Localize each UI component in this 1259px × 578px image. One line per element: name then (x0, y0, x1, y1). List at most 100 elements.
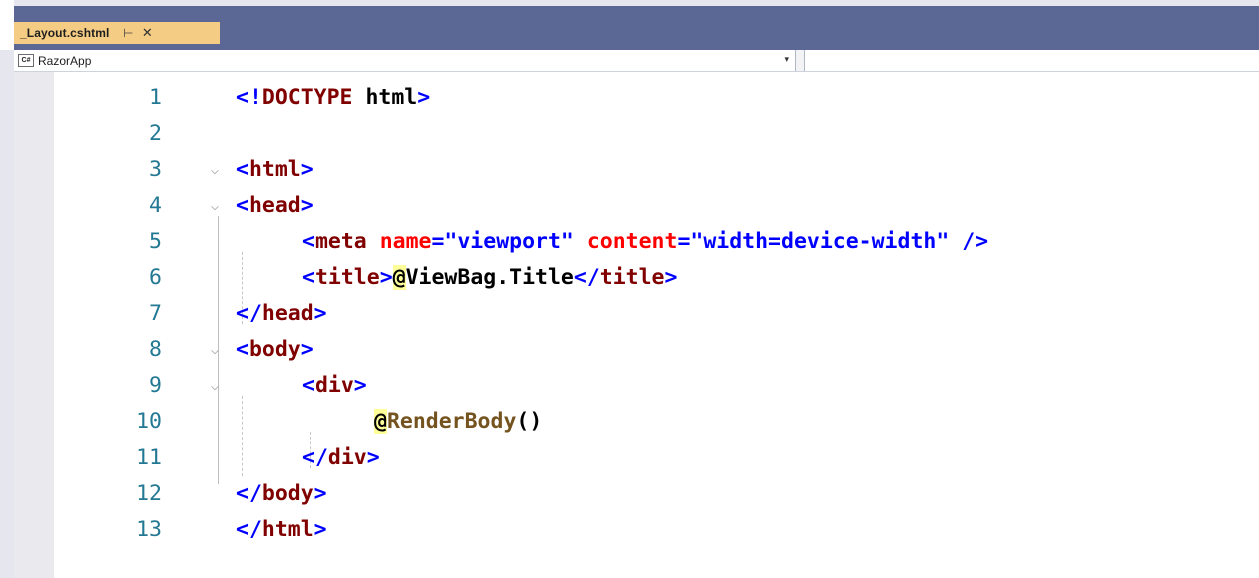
code-line: 8 ⌵ <body> (14, 332, 1259, 368)
razor-at-symbol: @ (374, 409, 387, 434)
tag-close-bracket: > (313, 481, 327, 506)
fold-chevron-icon[interactable]: ⌵ (206, 368, 224, 404)
fold-chevron-icon[interactable]: ⌵ (206, 188, 224, 224)
line-number: 11 (136, 445, 162, 470)
tag-open-bracket: < (302, 229, 315, 254)
tag-name: meta (314, 229, 367, 254)
tag-open-bracket: </ (236, 481, 262, 506)
line-number: 6 (149, 265, 162, 290)
attribute-equals: = (431, 229, 445, 254)
razor-at-symbol: @ (392, 265, 406, 290)
code-text: <meta name="viewport" content="width=dev… (302, 224, 988, 260)
tag-open-bracket: <! (236, 85, 262, 110)
tag-close-bracket: > (313, 301, 327, 326)
line-number: 4 (149, 193, 162, 218)
code-text: <body> (236, 332, 314, 368)
tag-close-bracket: > (300, 157, 314, 182)
attribute-name: name (379, 229, 432, 254)
project-dropdown[interactable]: C# RazorApp ▾ (14, 50, 796, 71)
tag-open-bracket: < (302, 373, 315, 398)
fold-chevron-icon[interactable]: ⌵ (206, 332, 224, 368)
line-number: 13 (136, 517, 162, 542)
editor-window: _Layout.cshtml ⊥ ✕ C# RazorApp ▾ 1 <!DOC… (0, 0, 1259, 578)
code-text: @RenderBody() (374, 404, 542, 440)
code-line: 10 @RenderBody() (14, 404, 1259, 440)
code-text: <!DOCTYPE html> (236, 80, 430, 116)
razor-parens: () (516, 409, 543, 434)
code-text: <title>@ViewBag.Title</title> (302, 260, 677, 296)
code-line: 5 <meta name="viewport" content="width=d… (14, 224, 1259, 260)
tag-open-bracket: < (236, 193, 249, 218)
code-line: 1 <!DOCTYPE html> (14, 80, 1259, 116)
tag-open-bracket: </ (302, 445, 328, 470)
document-tab-strip: _Layout.cshtml ⊥ ✕ (0, 0, 1259, 50)
code-text: <head> (236, 188, 314, 224)
attribute-value: "width=device-width" (690, 229, 950, 254)
tag-close-bracket: > (417, 85, 431, 110)
tag-close-bracket: > (353, 373, 367, 398)
tag-close-bracket: > (664, 265, 678, 290)
navigation-bar: C# RazorApp ▾ (14, 50, 1259, 72)
code-line: 12 </body> (14, 476, 1259, 512)
tag-name: DOCTYPE (261, 85, 353, 110)
code-line: 11 </div> (14, 440, 1259, 476)
code-line: 3 ⌵ <html> (14, 152, 1259, 188)
line-number: 2 (149, 121, 162, 146)
attribute-equals: = (677, 229, 691, 254)
code-line: 2 (14, 116, 1259, 152)
tag-open-bracket: </ (236, 517, 262, 542)
tag-name: div (314, 373, 354, 398)
code-text: <div> (302, 368, 367, 404)
fold-chevron-icon[interactable]: ⌵ (206, 152, 224, 188)
tag-name: html (261, 517, 314, 542)
project-name: RazorApp (38, 53, 92, 68)
razor-method: RenderBody (386, 409, 517, 434)
member-dropdown[interactable] (804, 50, 1259, 71)
line-number: 5 (149, 229, 162, 254)
tab-label: _Layout.cshtml (20, 26, 110, 40)
tag-name: head (261, 301, 314, 326)
code-text: </body> (236, 476, 327, 512)
csharp-project-icon: C# (18, 54, 34, 67)
tag-close-bracket: > (379, 265, 393, 290)
close-icon[interactable]: ✕ (142, 25, 153, 41)
tag-name: body (261, 481, 314, 506)
tag-open-bracket: </ (573, 265, 600, 290)
pin-icon[interactable]: ⊥ (122, 28, 136, 38)
line-number: 10 (136, 409, 162, 434)
line-number: 7 (149, 301, 162, 326)
tab-layout-cshtml[interactable]: _Layout.cshtml ⊥ ✕ (14, 22, 220, 44)
tag-self-close: /> (949, 229, 989, 254)
tag-name: html (248, 157, 301, 182)
code-line: 7 </head> (14, 296, 1259, 332)
code-line: 4 ⌵ <head> (14, 188, 1259, 224)
line-number: 9 (149, 373, 162, 398)
line-number: 3 (149, 157, 162, 182)
code-editor[interactable]: 1 <!DOCTYPE html> 2 3 ⌵ <html> 4 ⌵ <head… (14, 72, 1259, 578)
tag-open-bracket: </ (236, 301, 262, 326)
line-number: 12 (136, 481, 162, 506)
line-number: 8 (149, 337, 162, 362)
tag-name: title (599, 265, 665, 290)
tag-close-bracket: > (313, 517, 327, 542)
code-text: <html> (236, 152, 314, 188)
doctype-value: html (352, 85, 418, 110)
code-line: 6 <title>@ViewBag.Title</title> (14, 260, 1259, 296)
tag-open-bracket: < (236, 157, 249, 182)
code-line: 13 </html> (14, 512, 1259, 548)
tag-close-bracket: > (366, 445, 380, 470)
attribute-name: content (586, 229, 678, 254)
attribute-value: "viewport" (444, 229, 574, 254)
tag-open-bracket: < (302, 265, 315, 290)
razor-expression: ViewBag.Title (405, 265, 574, 290)
tag-name: body (248, 337, 301, 362)
code-text: </html> (236, 512, 327, 548)
tag-close-bracket: > (300, 193, 314, 218)
code-line: 9 ⌵ <div> (14, 368, 1259, 404)
code-text: </div> (302, 440, 380, 476)
tag-name: head (248, 193, 301, 218)
tag-open-bracket: < (236, 337, 249, 362)
chevron-down-icon[interactable]: ▾ (784, 54, 789, 65)
code-text: </head> (236, 296, 327, 332)
line-number: 1 (149, 85, 162, 110)
